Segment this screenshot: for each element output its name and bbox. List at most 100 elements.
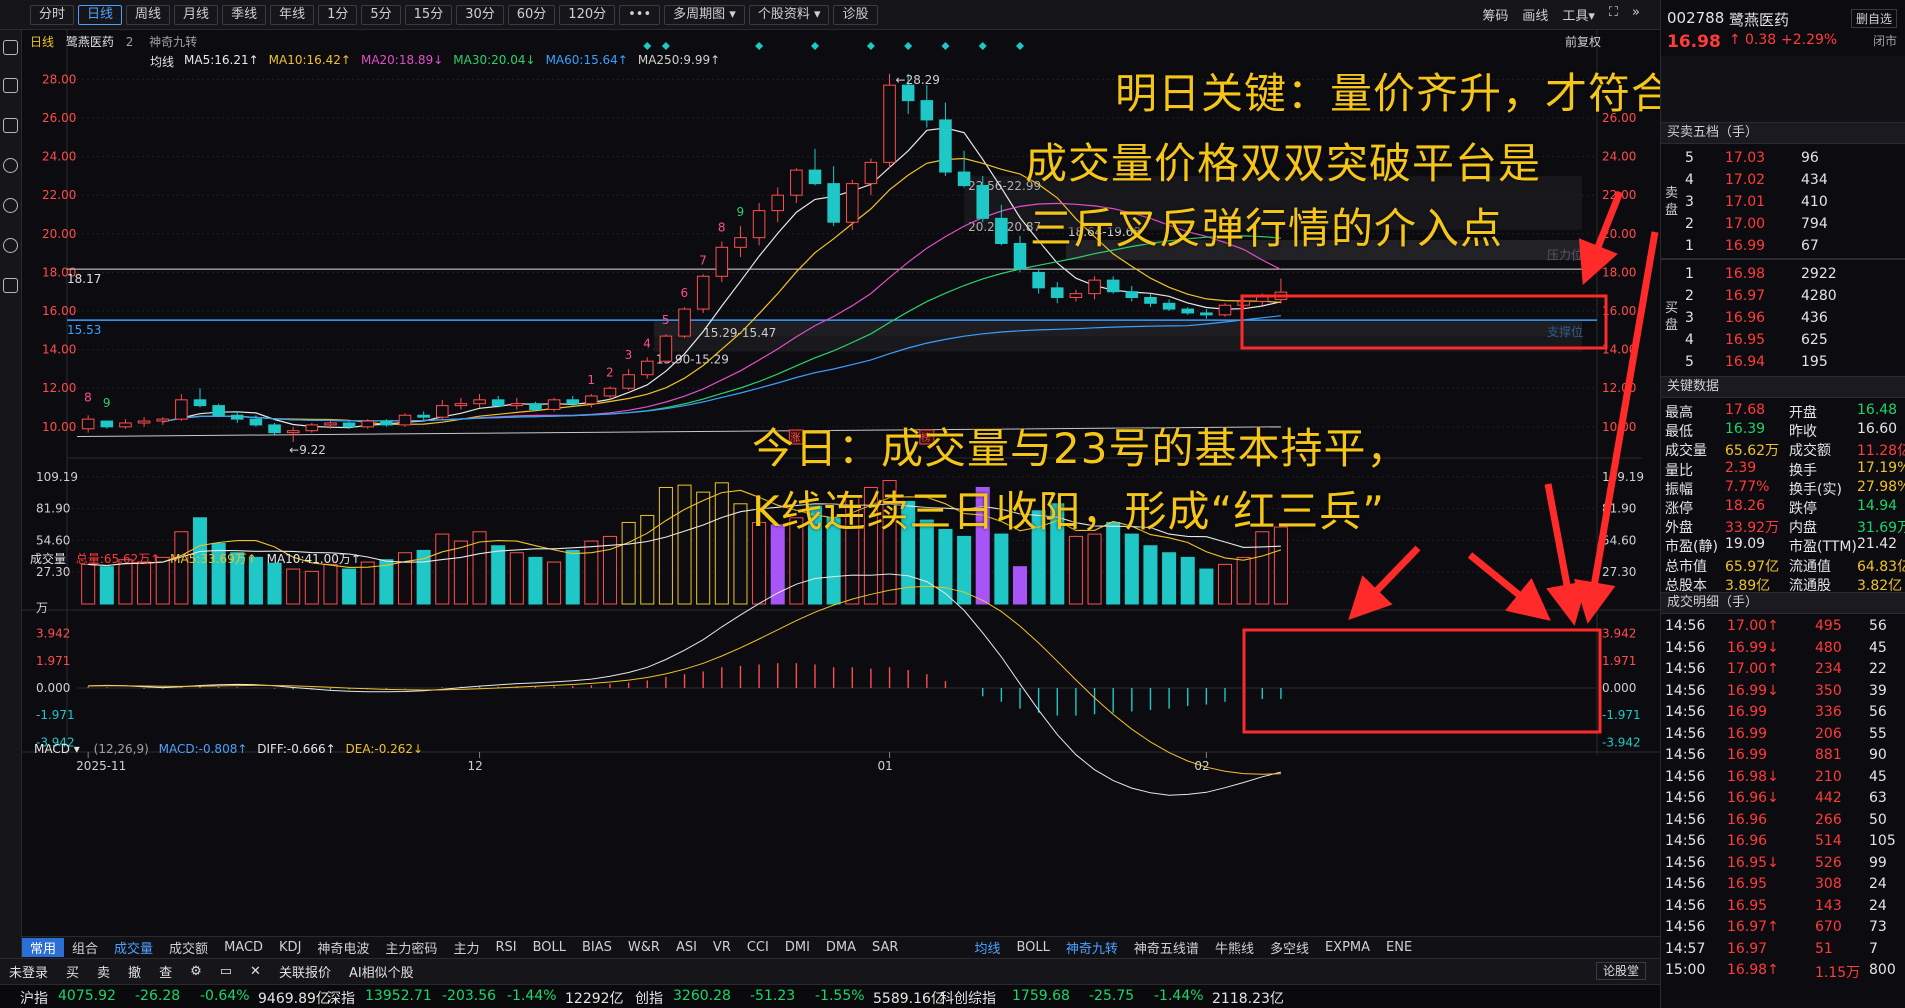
indicator-tab-2[interactable]: MACD [216, 940, 271, 955]
macd-label[interactable]: MACD ▾ [34, 742, 80, 756]
trade-row-10[interactable]: 14:56 16.96 514 105 [1661, 831, 1905, 852]
buy-row-2[interactable]: 3 16.96 436 [1661, 308, 1905, 329]
candle-body[interactable] [175, 399, 188, 420]
candle-body[interactable] [491, 399, 505, 407]
candle-body[interactable] [212, 405, 225, 416]
period-button-7[interactable]: 5分 [361, 4, 401, 25]
shield-icon[interactable] [3, 278, 18, 293]
volume-bar[interactable] [938, 528, 953, 605]
candle-body[interactable] [1181, 308, 1195, 314]
trade-bar-item-5[interactable]: ⚙ [181, 964, 211, 979]
candle-body[interactable] [1106, 279, 1120, 293]
trade-bar-item-7[interactable]: ✕ [241, 964, 270, 979]
volume-bar[interactable] [453, 540, 468, 605]
candle-body[interactable] [1144, 297, 1157, 304]
trade-bar-item-1[interactable]: 买 [57, 962, 88, 981]
indicator-tab-0[interactable]: 成交量 [106, 938, 161, 957]
candle-body[interactable] [883, 84, 896, 163]
trade-row-6[interactable]: 14:56 16.99 881 90 [1661, 745, 1905, 766]
volume-bar[interactable] [1255, 531, 1270, 605]
overlay-tab-4[interactable]: 牛熊线 [1207, 938, 1262, 957]
candle-body[interactable] [808, 169, 822, 185]
trade-bar-item-9[interactable]: AI相似个股 [340, 962, 423, 981]
key-row-1[interactable]: 最低 16.39 昨收 16.60 [1661, 419, 1905, 440]
period-button-1[interactable]: 日线 [78, 4, 123, 25]
volume-bar[interactable] [1236, 556, 1251, 605]
key-row-7[interactable]: 市盈(静) 19.09 市盈(TTM) 21.42 [1661, 534, 1905, 555]
trade-row-2[interactable]: 14:56 17.00↑ 234 22 [1661, 659, 1905, 680]
volume-bar[interactable] [1162, 552, 1177, 605]
volume-bar[interactable] [714, 482, 729, 605]
key-row-4[interactable]: 振幅7.77%换手(实)27.98% [1661, 477, 1905, 498]
candle-body[interactable] [566, 399, 580, 405]
candle-body[interactable] [305, 424, 319, 432]
volume-bar[interactable] [733, 503, 748, 605]
quote-icon[interactable] [3, 40, 18, 55]
trade-row-4[interactable]: 14:56 16.99 336 56 [1661, 702, 1905, 723]
candle-body[interactable] [957, 171, 971, 187]
candle-body[interactable] [193, 399, 207, 407]
period-button-8[interactable]: 15分 [404, 4, 453, 25]
indicator-tab-8[interactable]: BOLL [525, 940, 574, 955]
indicator-tab-5[interactable]: 主力密码 [377, 938, 445, 957]
volume-bar[interactable] [658, 486, 673, 605]
volume-bar[interactable] [565, 549, 580, 605]
overlay-tab-0[interactable]: 均线 [966, 938, 1008, 957]
candle-body[interactable] [845, 183, 859, 223]
index-1-field-0[interactable]: 深指 [327, 988, 355, 1008]
candle-body[interactable] [361, 420, 375, 428]
chart-icon[interactable] [3, 78, 18, 93]
candle-body[interactable] [324, 422, 337, 426]
period-button-10[interactable]: 60分 [507, 4, 556, 25]
sell-row-0[interactable]: 5 17.03 96 [1661, 148, 1905, 169]
key-row-0[interactable]: 最高 17.68 开盘 16.48 [1661, 400, 1905, 421]
overlay-tab-3[interactable]: 神奇五线谱 [1126, 938, 1207, 957]
left-tab-1[interactable]: 组合 [64, 938, 106, 957]
candle-body[interactable] [1274, 291, 1288, 300]
candle-body[interactable] [249, 418, 263, 426]
candle-body[interactable] [1237, 300, 1250, 306]
volume-bar[interactable] [677, 484, 692, 605]
candle-body[interactable] [603, 387, 617, 397]
indicator-tab-9[interactable]: BIAS [574, 940, 620, 955]
volume-bar[interactable] [547, 561, 562, 605]
volume-bar[interactable] [360, 561, 375, 605]
period-button-11[interactable]: 120分 [559, 4, 616, 25]
sell-row-3[interactable]: 2 17.00 794 [1661, 214, 1905, 235]
volume-bar[interactable] [602, 535, 618, 605]
volume-bar[interactable] [174, 531, 189, 605]
period-button-15[interactable]: 诊股 [833, 4, 878, 25]
candle-body[interactable] [1032, 271, 1045, 289]
trade-row-9[interactable]: 14:56 16.96 266 50 [1661, 810, 1905, 831]
candle-body[interactable] [995, 217, 1008, 244]
candle-body[interactable] [790, 169, 803, 196]
indicator-tab-15[interactable]: DMA [818, 940, 864, 955]
chart-signal[interactable]: 神奇九转 [149, 35, 197, 49]
candle-body[interactable] [473, 399, 486, 405]
volume-bar[interactable] [342, 568, 357, 605]
candle-body[interactable] [156, 418, 170, 422]
key-row-8[interactable]: 总市值 65.97亿 流通值 64.83亿 [1661, 554, 1905, 575]
key-row-5[interactable]: 涨停 18.26 跌停 14.94 [1661, 496, 1905, 517]
trade-row-12[interactable]: 14:56 16.95 308 24 [1661, 874, 1905, 895]
index-0-field-0[interactable]: 沪指 [20, 988, 48, 1008]
indicator-tab-13[interactable]: CCI [739, 940, 777, 955]
volume-bar[interactable] [435, 533, 450, 605]
candle-body[interactable] [454, 403, 468, 407]
trade-row-7[interactable]: 14:56 16.98↓ 210 45 [1661, 767, 1905, 788]
candle-body[interactable] [622, 374, 635, 389]
candle-body[interactable] [417, 414, 430, 418]
toolbar-right-item-3[interactable]: ⛶ [1609, 5, 1618, 24]
indicator-tab-14[interactable]: DMI [777, 940, 818, 955]
sell-row-2[interactable]: 3 17.01 410 [1661, 192, 1905, 213]
period-button-5[interactable]: 年线 [270, 4, 315, 25]
key-row-2[interactable]: 成交量 65.62万 成交额 11.28亿 [1661, 438, 1905, 459]
period-button-2[interactable]: 周线 [126, 4, 171, 25]
volume-bar[interactable] [81, 563, 96, 605]
index-3-field-0[interactable]: 科创综指 [940, 988, 996, 1008]
candle-body[interactable] [286, 430, 300, 434]
indicator-tab-4[interactable]: 神奇电波 [309, 938, 377, 957]
volume-bar[interactable] [286, 568, 301, 605]
forum-button[interactable]: 论股堂 [1596, 962, 1647, 980]
settings-icon[interactable] [3, 238, 18, 253]
